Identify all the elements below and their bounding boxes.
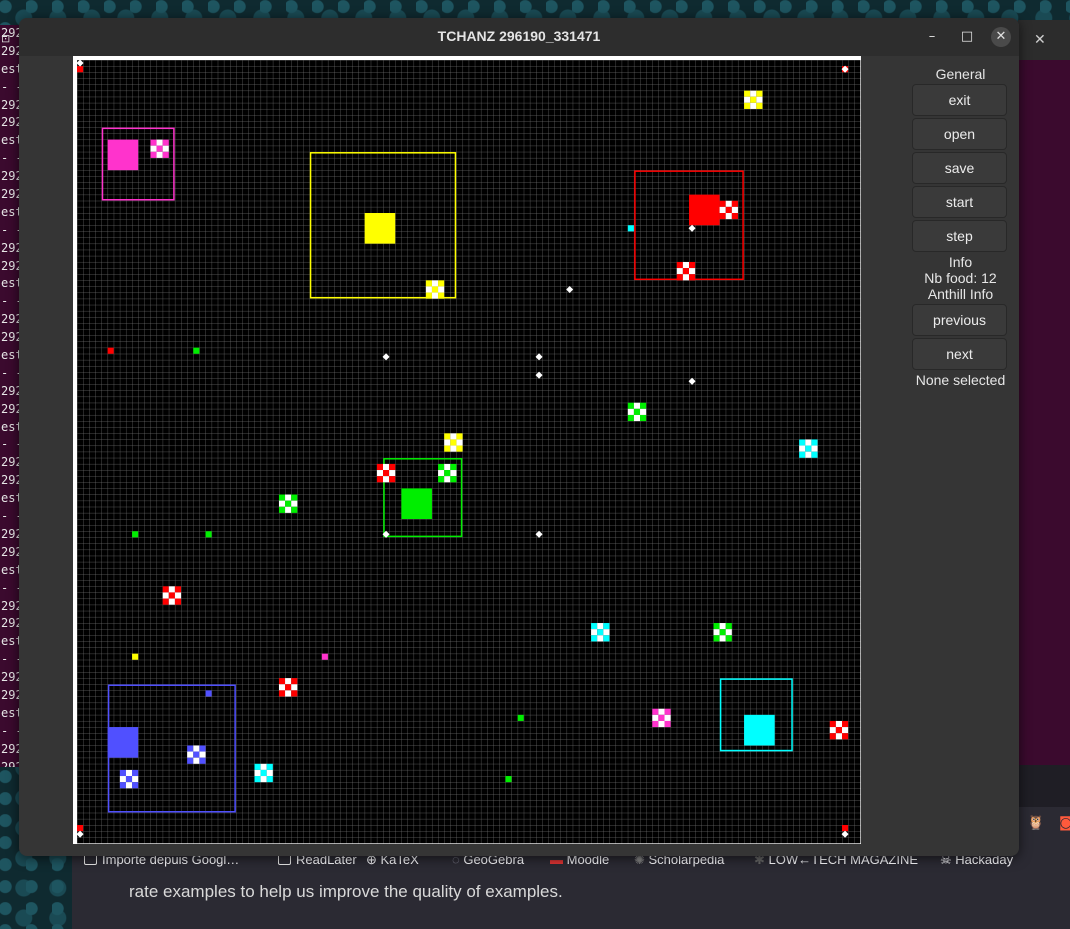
window-title: TCHANZ 296190_331471 (437, 28, 601, 44)
close-icon[interactable]: ✕ (991, 27, 1011, 47)
corner-marker (77, 825, 84, 832)
minimize-icon[interactable]: – (922, 27, 942, 47)
ant (425, 280, 445, 299)
window-titlebar[interactable]: TCHANZ 296190_331471 – □ ✕ (19, 18, 1019, 56)
ant (627, 402, 647, 422)
ant (676, 261, 696, 281)
page-content-text: rate examples to help us improve the qua… (129, 882, 563, 901)
ant (278, 494, 298, 513)
camera-extension-icon[interactable]: ◙ (1059, 815, 1070, 831)
selection-status: None selected (915, 372, 1006, 388)
info-label: Info (948, 254, 973, 270)
food-count: Nb food: 12 (924, 270, 997, 286)
world-canvas[interactable] (73, 56, 861, 844)
exit-button[interactable]: exit (912, 84, 1007, 116)
single-ant (193, 347, 200, 354)
generator-ant (107, 727, 139, 758)
world-canvas-frame (73, 56, 861, 844)
single-ant (505, 776, 512, 783)
start-button[interactable]: start (912, 186, 1007, 218)
generator-ant (689, 194, 720, 226)
generator-ant (107, 139, 139, 171)
tchanz-window: TCHANZ 296190_331471 – □ ✕ General exit … (19, 18, 1019, 856)
ant (652, 708, 671, 728)
extension-icon[interactable]: 🦉 (1027, 815, 1044, 831)
anthill-info-label: Anthill Info (927, 286, 994, 302)
previous-button[interactable]: previous (912, 304, 1007, 336)
open-button[interactable]: open (912, 118, 1007, 150)
control-panel: General exit open save start step Info N… (912, 64, 1009, 388)
ant (278, 678, 298, 697)
general-label: General (935, 66, 986, 82)
corner-marker (77, 66, 84, 73)
ant (254, 763, 273, 783)
generator-ant (364, 213, 396, 244)
background-window-right: ✕ (1018, 20, 1070, 765)
single-ant (205, 690, 212, 697)
ant (444, 433, 463, 452)
single-ant (107, 347, 114, 354)
ant (162, 586, 182, 605)
step-button[interactable]: step (912, 220, 1007, 252)
ant (119, 769, 139, 789)
ant (150, 139, 169, 158)
generator-ant (401, 488, 432, 519)
single-ant (132, 653, 139, 660)
maximize-icon[interactable]: □ (957, 27, 977, 47)
ant (713, 623, 732, 642)
ant (829, 720, 849, 740)
terminal-icon[interactable]: ⊡ (1, 32, 10, 45)
ant (591, 623, 610, 642)
single-ant (627, 225, 634, 232)
single-ant (205, 531, 212, 538)
ant (438, 463, 457, 483)
save-button[interactable]: save (912, 152, 1007, 184)
single-ant (321, 653, 328, 660)
ant (376, 463, 396, 483)
single-ant (132, 531, 139, 538)
ant (187, 745, 206, 764)
next-button[interactable]: next (912, 338, 1007, 370)
ant (799, 439, 818, 458)
ant (719, 200, 738, 220)
close-icon[interactable]: ✕ (1034, 32, 1046, 48)
corner-marker (842, 825, 849, 832)
ant (744, 90, 763, 109)
single-ant (517, 714, 524, 721)
generator-ant (744, 714, 775, 746)
